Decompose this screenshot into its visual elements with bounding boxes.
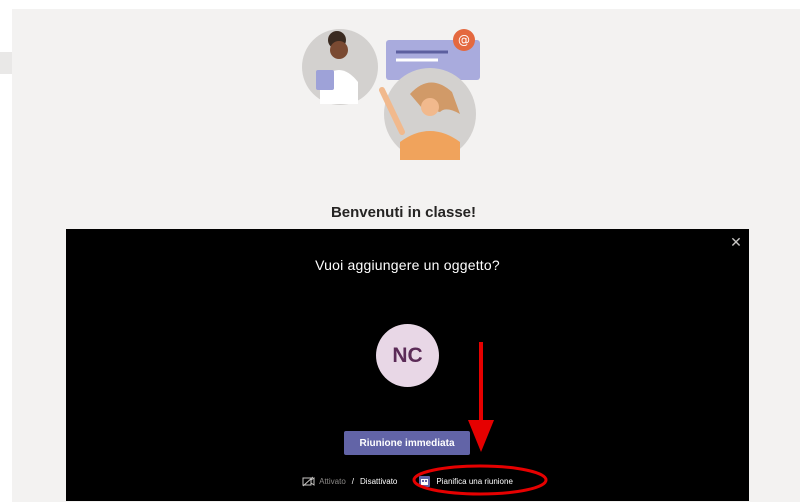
- schedule-meeting-label: Pianifica una riunione: [436, 476, 513, 486]
- sidebar-edge: [0, 52, 12, 74]
- meeting-options-row: Attivato / Disattivato Pianifica una riu…: [66, 474, 749, 488]
- schedule-meeting-link[interactable]: Pianifica una riunione: [419, 475, 513, 487]
- video-off-option[interactable]: Disattivato: [360, 477, 397, 486]
- meeting-dialog: ✕ Vuoi aggiungere un oggetto? NC Riunion…: [66, 229, 749, 501]
- calendar-icon: [419, 475, 431, 487]
- camera-off-icon[interactable]: [302, 476, 315, 487]
- close-icon[interactable]: ✕: [729, 235, 743, 249]
- video-toggle-separator: /: [351, 476, 355, 486]
- svg-text:@: @: [458, 33, 470, 47]
- dialog-title: Vuoi aggiungere un oggetto?: [315, 257, 500, 273]
- avatar: NC: [376, 324, 439, 387]
- video-on-option[interactable]: Attivato: [319, 477, 346, 486]
- welcome-title: Benvenuti in classe!: [330, 204, 477, 221]
- welcome-illustration: @: [302, 29, 480, 160]
- meet-now-button[interactable]: Riunione immediata: [344, 431, 470, 455]
